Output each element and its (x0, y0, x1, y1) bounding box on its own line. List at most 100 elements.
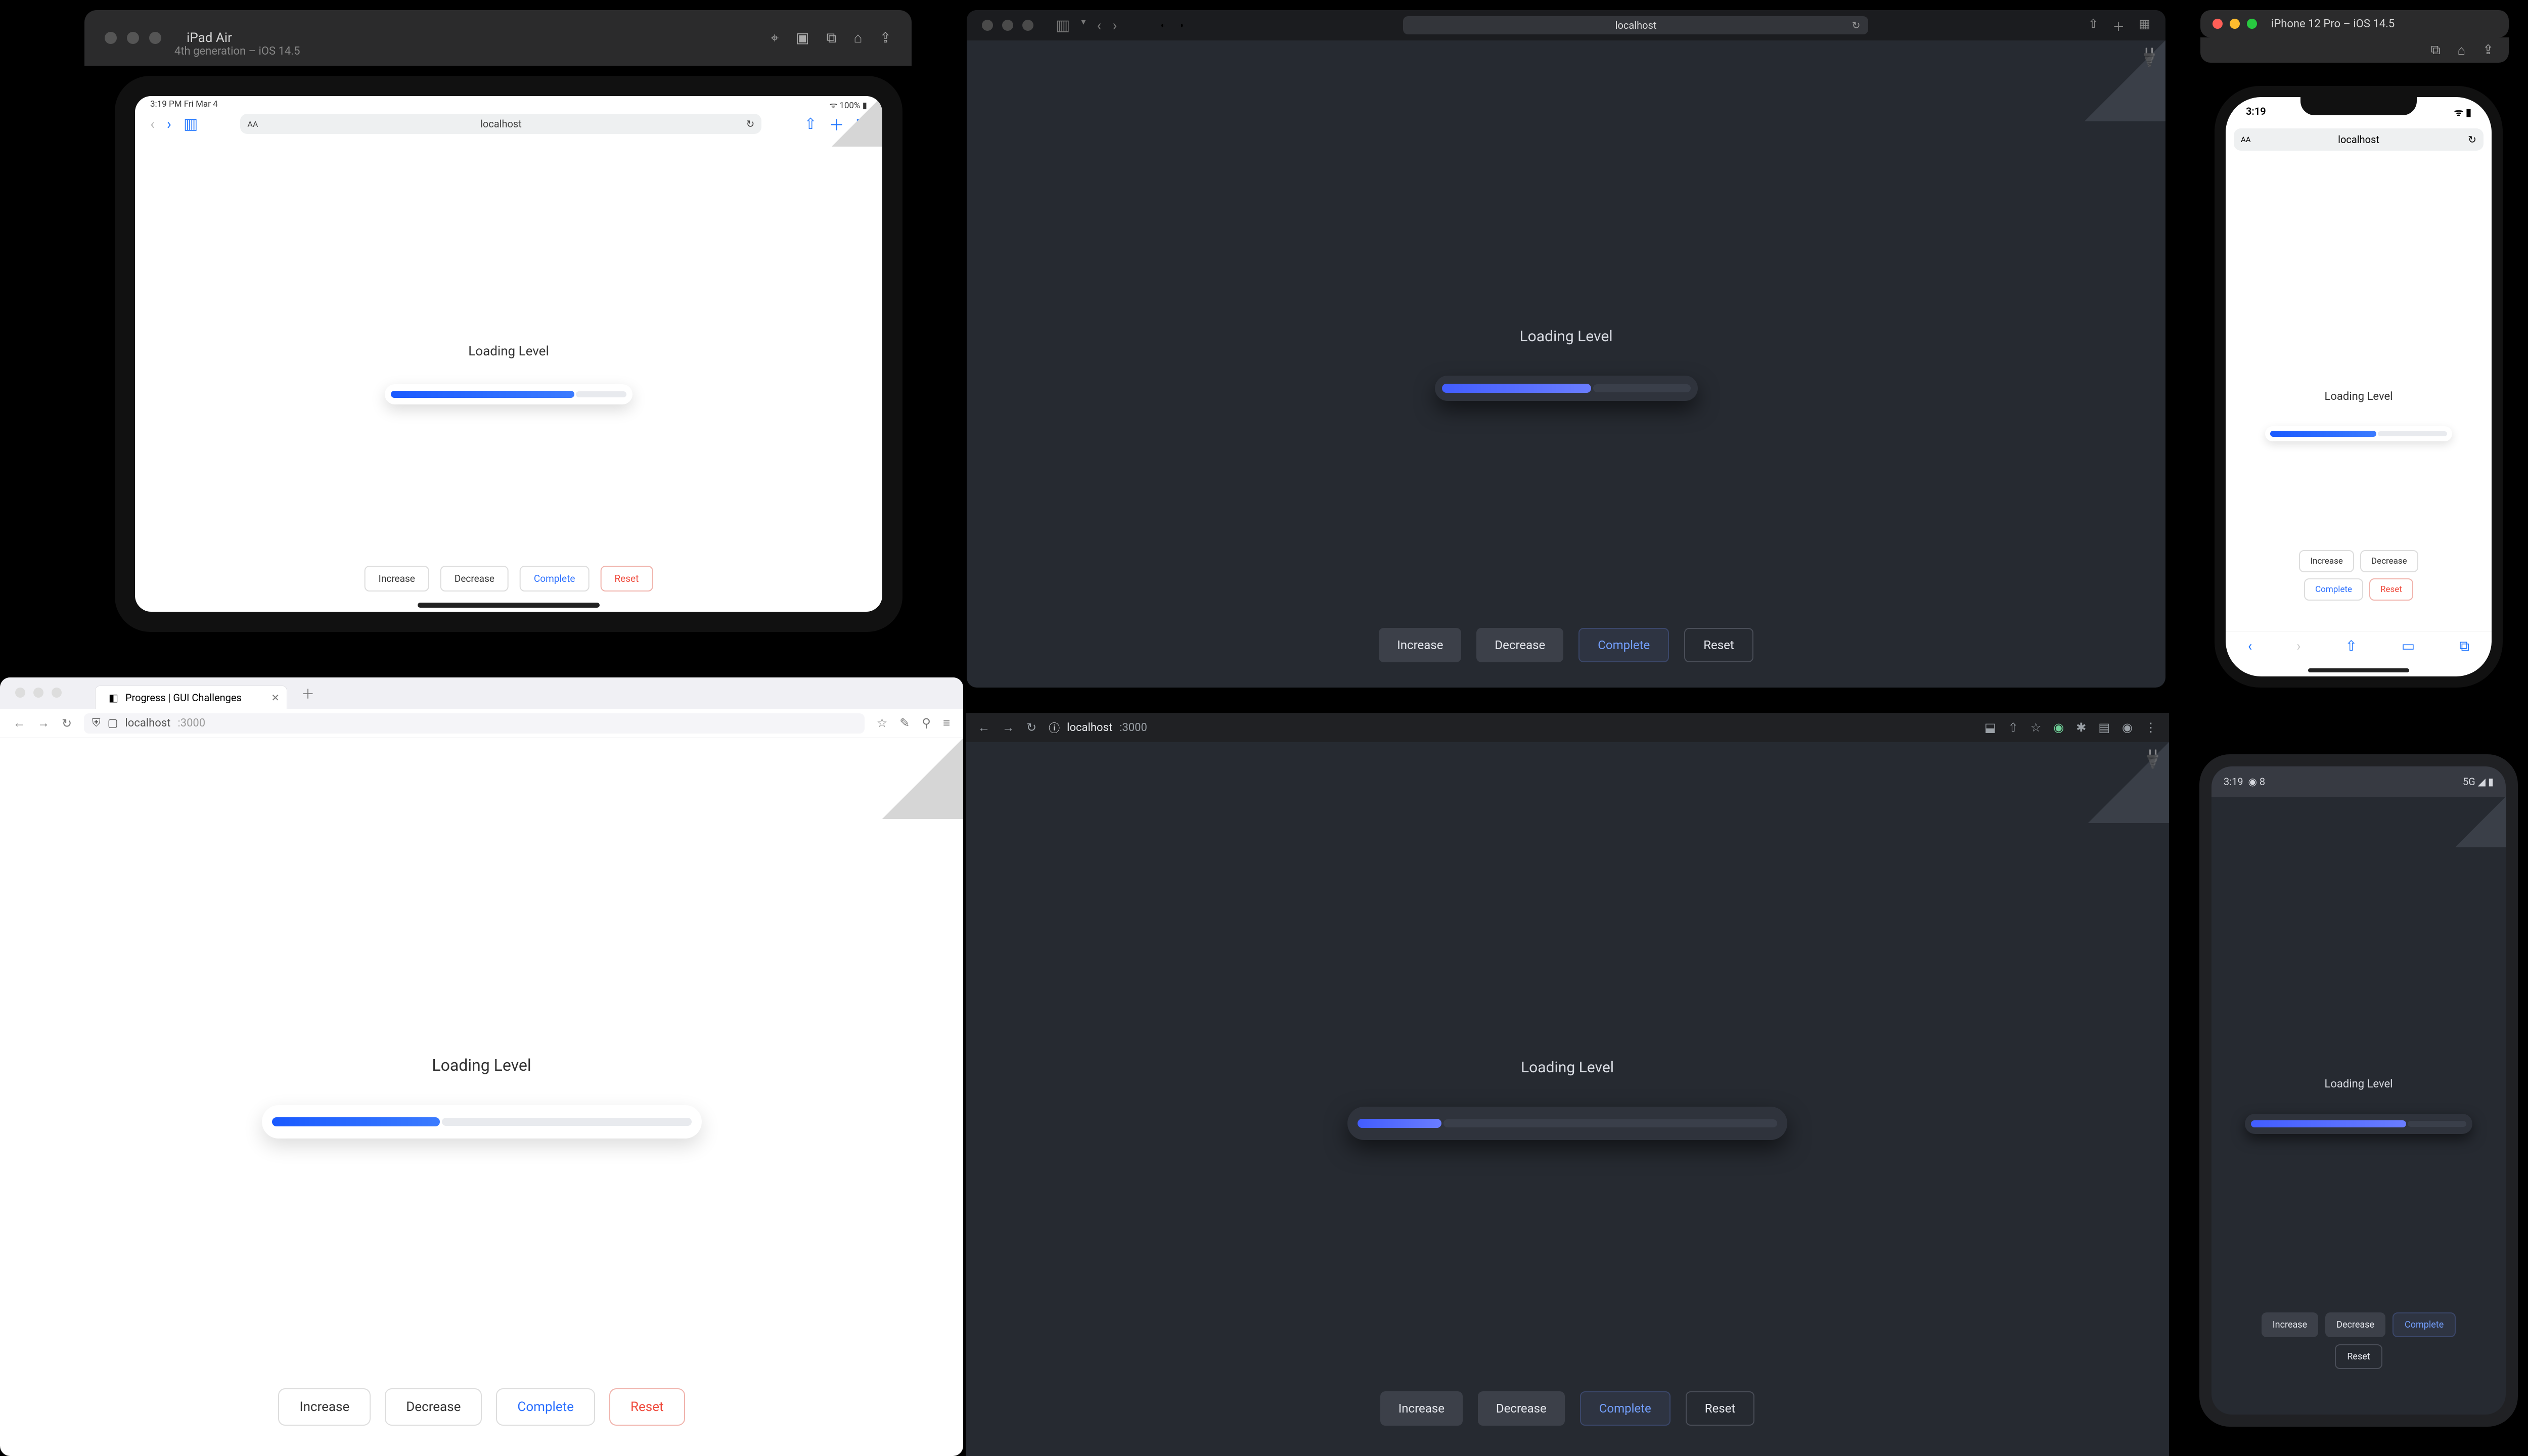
sidebar-icon[interactable]: ▥ (184, 115, 198, 133)
traffic-lights[interactable] (982, 20, 1033, 31)
home-indicator[interactable] (2308, 668, 2409, 672)
reload-icon[interactable]: ↻ (1852, 19, 1861, 31)
reload-icon[interactable]: ↻ (2468, 133, 2476, 146)
profile-icon[interactable]: ◉ (2122, 720, 2133, 735)
reload-icon[interactable]: ↻ (62, 716, 72, 731)
reset-button[interactable]: Reset (1684, 628, 1753, 662)
increase-button[interactable]: Increase (1380, 1391, 1463, 1426)
bookmarks-icon[interactable]: ▭ (2402, 638, 2415, 654)
loading-label: Loading Level (2325, 390, 2393, 403)
chevron-down-icon[interactable]: ▾ (1081, 17, 1086, 34)
bookmark-icon[interactable]: ☆ (2030, 720, 2042, 735)
shield-icon[interactable]: ◐ (1160, 20, 1165, 30)
share-icon[interactable]: ⇪ (880, 29, 891, 47)
traffic-lights[interactable] (2213, 19, 2257, 29)
screenshot-icon[interactable]: ⧉ (827, 29, 837, 47)
increase-button[interactable]: Increase (2299, 550, 2354, 572)
increase-button[interactable]: Increase (365, 566, 429, 592)
rotate-icon[interactable]: ▣ (796, 29, 809, 47)
sidebar-icon[interactable]: ▥ (1056, 17, 1070, 34)
decrease-button[interactable]: Decrease (385, 1388, 482, 1426)
loading-label: Loading Level (1521, 1059, 1614, 1076)
reset-button[interactable]: Reset (2335, 1344, 2382, 1369)
close-tab-icon[interactable]: ✕ (271, 692, 280, 704)
share-icon[interactable]: ⇧ (2345, 638, 2357, 654)
home-icon[interactable]: ⌂ (2457, 42, 2465, 58)
complete-button[interactable]: Complete (496, 1388, 595, 1426)
address-bar[interactable]: ⓘ localhost:3000 (1049, 719, 1972, 736)
panel-icon[interactable]: ▤ (2098, 720, 2110, 735)
complete-button[interactable]: Complete (2392, 1312, 2456, 1337)
puzzle-icon[interactable]: ✱ (2076, 720, 2086, 735)
forward-icon[interactable]: › (2296, 638, 2300, 654)
increase-button[interactable]: Increase (2262, 1312, 2318, 1337)
home-indicator[interactable] (418, 603, 600, 608)
info-icon[interactable]: ▢ (108, 717, 118, 730)
decrease-button[interactable]: Decrease (1476, 628, 1563, 662)
notch (2300, 97, 2417, 115)
status-debug: ◉ 8 (2248, 776, 2266, 788)
eyedropper-icon[interactable]: ✎ (899, 716, 910, 731)
share-icon[interactable]: ⇧ (2088, 17, 2098, 34)
address-bar[interactable]: localhost ↻ (1403, 16, 1868, 34)
info-icon[interactable]: ⓘ (1049, 719, 1060, 736)
loading-label: Loading Level (432, 1056, 531, 1075)
complete-button[interactable]: Complete (2304, 578, 2363, 601)
address-bar[interactable]: ⛨ ▢ localhost:3000 (84, 713, 865, 734)
increase-button[interactable]: Increase (1379, 628, 1461, 662)
screenshot-icon[interactable]: ⧉ (2431, 42, 2441, 58)
home-icon[interactable]: ⌂ (854, 29, 863, 47)
back-icon[interactable]: ‹ (2248, 638, 2252, 654)
decrease-button[interactable]: Decrease (1478, 1391, 1565, 1426)
decrease-button[interactable]: Decrease (2360, 550, 2418, 572)
shield-icon[interactable]: ⛨ (92, 717, 101, 730)
new-tab-button[interactable]: ＋ (291, 684, 325, 703)
reader-aa[interactable]: AA (247, 119, 258, 129)
extensions-icon[interactable]: ⚲ (922, 716, 931, 731)
appearance-icon[interactable]: ◑ (1179, 20, 1184, 30)
reload-icon[interactable]: ↻ (1026, 720, 1036, 735)
reset-button[interactable]: Reset (609, 1388, 685, 1426)
tabs-icon[interactable]: ⧉ (2459, 638, 2469, 655)
bookmark-icon[interactable]: ☆ (877, 716, 888, 731)
back-icon[interactable]: ‹ (1097, 17, 1101, 34)
extension-icon[interactable]: ◉ (2053, 720, 2064, 735)
browser-tab[interactable]: ◧ Progress | GUI Challenges ✕ (95, 686, 287, 709)
reload-icon[interactable]: ↻ (746, 118, 755, 130)
traffic-lights[interactable] (15, 688, 62, 698)
address-bar[interactable]: AA localhost ↻ (240, 114, 761, 134)
back-icon[interactable]: ← (13, 716, 25, 731)
forward-icon[interactable]: › (167, 115, 171, 133)
decrease-button[interactable]: Decrease (2325, 1312, 2385, 1337)
menu-icon[interactable]: ≡ (943, 716, 950, 731)
complete-button[interactable]: Complete (1580, 1391, 1671, 1426)
increase-button[interactable]: Increase (278, 1388, 371, 1426)
tabs-icon[interactable]: ▦ (2139, 17, 2150, 34)
reset-button[interactable]: Reset (2369, 578, 2413, 601)
install-icon[interactable]: ⬓ (1984, 720, 1996, 735)
menu-icon[interactable]: ⋮ (2145, 720, 2157, 735)
back-icon[interactable]: ‹ (150, 115, 155, 133)
traffic-lights[interactable] (105, 32, 161, 44)
forward-icon[interactable]: › (1112, 17, 1117, 34)
back-icon[interactable]: ← (978, 720, 990, 735)
simulator-titlebar: iPhone 12 Pro – iOS 14.5 (2200, 10, 2509, 37)
share-icon[interactable]: ⇧ (804, 115, 817, 133)
newtab-icon[interactable]: ＋ (2112, 17, 2125, 34)
address-bar[interactable]: AA localhost ↻ (2234, 128, 2484, 151)
decrease-button[interactable]: Decrease (440, 566, 509, 592)
share-icon[interactable]: ⇧ (2008, 720, 2018, 735)
complete-button[interactable]: Complete (520, 566, 590, 592)
reader-aa[interactable]: AA (2241, 135, 2251, 144)
progress-track (576, 391, 626, 397)
progress-bar (1435, 376, 1698, 401)
reset-button[interactable]: Reset (600, 566, 653, 592)
share-icon[interactable]: ⇪ (2482, 42, 2494, 58)
pointer-icon[interactable]: ⌖ (771, 29, 779, 47)
url-text: localhost (480, 118, 522, 130)
complete-button[interactable]: Complete (1578, 628, 1669, 662)
forward-icon[interactable]: → (1002, 720, 1014, 735)
reset-button[interactable]: Reset (1686, 1391, 1754, 1426)
status-time: 3:19 (2246, 105, 2266, 124)
forward-icon[interactable]: → (37, 716, 50, 731)
